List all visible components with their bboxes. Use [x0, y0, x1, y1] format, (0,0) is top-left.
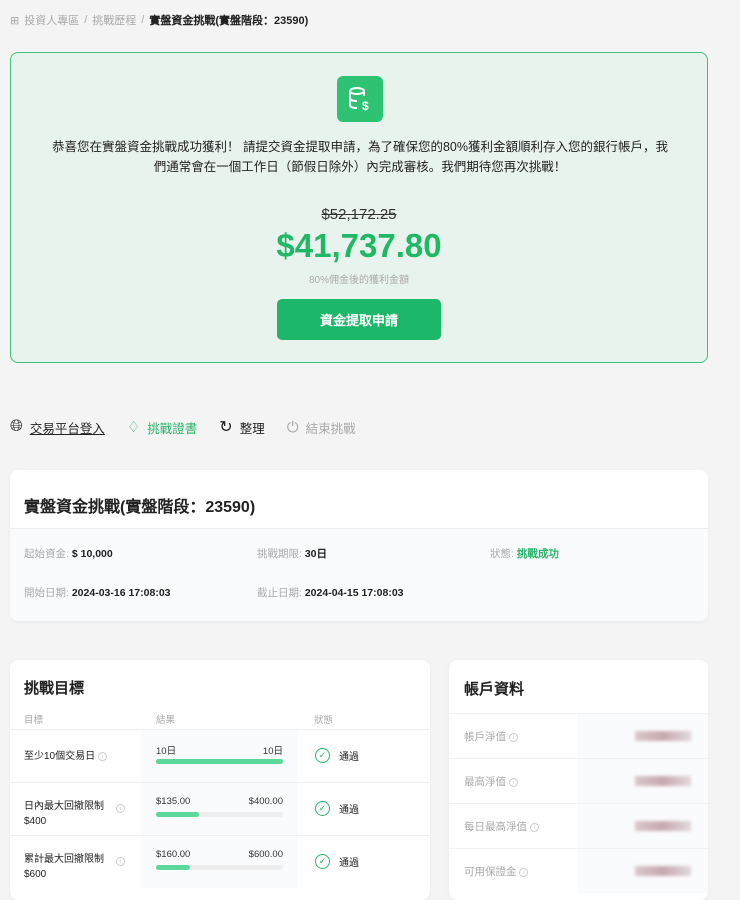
account-info-card: 帳戶資料 帳戶淨值 i 最高淨值 i 每日最高淨值 i 可用保證金 i: [449, 660, 708, 900]
diamond-icon: ♢: [126, 419, 141, 436]
globe-icon: 🌐︎: [10, 418, 23, 435]
goal-label: 日內最大回撤限制 $400: [24, 801, 104, 827]
redacted-value: [635, 731, 691, 741]
account-row-label: 每日最高淨值 i: [464, 819, 539, 834]
refresh-label: 整理: [239, 421, 265, 436]
redacted-value: [635, 776, 691, 786]
info-icon[interactable]: i: [508, 777, 518, 787]
start-date: 開始日期: 2024-03-16 17:08:03: [24, 587, 171, 599]
header-goal: 目標: [24, 715, 44, 726]
account-row-label: 帳戶淨值 i: [464, 729, 518, 744]
account-row-label: 最高淨值 i: [464, 774, 518, 789]
end-challenge-button[interactable]: ⏻ 結束挑戰: [287, 418, 356, 437]
start-capital: 起始資金: $ 10,000: [24, 548, 113, 560]
end-date: 截止日期: 2024-04-15 17:08:03: [257, 587, 404, 599]
success-banner: $ 恭喜您在實盤資金挑戰成功獲利！ 請提交資金提取申請，為了確保您的80%獲利金…: [10, 52, 708, 363]
account-row: 可用保證金 i: [449, 848, 708, 893]
redacted-value: [635, 866, 691, 876]
progress-bar: [156, 865, 283, 870]
success-message: 恭喜您在實盤資金挑戰成功獲利！ 請提交資金提取申請，為了確保您的80%獲利金額順…: [52, 140, 668, 174]
check-circle-icon: ✓: [315, 801, 330, 816]
result-max: $600.00: [248, 849, 283, 860]
goal-row: 日內最大回撤限制 $400 i $135.00 $400.00 ✓ 通過: [10, 782, 430, 835]
challenge-info-card: 實盤資金挑戰(實盤階段：23590) 起始資金: $ 10,000 挑戰期限: …: [10, 470, 708, 621]
result-max: 10日: [262, 746, 283, 757]
account-row: 最高淨值 i: [449, 758, 708, 803]
status-pass: ✓ 通過: [315, 801, 359, 816]
profit-amount: $41,737.80: [276, 227, 442, 264]
status-pass: ✓ 通過: [315, 748, 359, 763]
certificate-label: 挑戰證書: [147, 421, 198, 436]
platform-login-link[interactable]: 🌐︎ 交易平台登入: [10, 418, 105, 437]
withdraw-request-button[interactable]: 資金提取申請: [277, 299, 441, 340]
coin-dollar-icon: $: [337, 76, 383, 122]
info-icon[interactable]: i: [97, 751, 107, 761]
power-icon: ⏻: [286, 418, 299, 436]
header-status: 狀態: [314, 715, 334, 726]
refresh-icon: ↻: [219, 419, 233, 436]
goal-label: 累計最大回撤限制 $600: [24, 854, 104, 880]
original-amount: $52,172.25: [321, 206, 397, 223]
check-circle-icon: ✓: [315, 748, 330, 763]
challenge-title: 實盤資金挑戰(實盤階段：23590): [10, 470, 708, 529]
info-icon[interactable]: i: [519, 867, 529, 877]
svg-text:$: $: [362, 99, 369, 113]
goal-row: 至少10個交易日 i 10日 10日 ✓ 通過: [10, 729, 430, 782]
result-current: 10日: [156, 746, 177, 757]
account-title: 帳戶資料: [464, 681, 525, 698]
end-challenge-label: 結束挑戰: [305, 421, 356, 436]
goals-title: 挑戰目標: [24, 680, 85, 697]
account-row-label: 可用保證金 i: [464, 864, 529, 879]
progress-bar: [156, 812, 283, 817]
info-icon[interactable]: i: [116, 857, 125, 866]
result-current: $135.00: [156, 796, 191, 807]
result-current: $160.00: [156, 849, 191, 860]
info-icon[interactable]: i: [529, 822, 539, 832]
breadcrumb: ⊞ 投資人專區 / 挑戰歷程 / 實盤資金挑戰(實盤階段：23590): [10, 12, 309, 28]
breadcrumb-history[interactable]: 挑戰歷程: [92, 12, 136, 28]
goal-row: 累計最大回撤限制 $600 i $160.00 $600.00 ✓ 通過: [10, 835, 430, 888]
breadcrumb-investor[interactable]: 投資人專區: [24, 12, 79, 28]
breadcrumb-home-icon: ⊞: [10, 14, 20, 27]
breadcrumb-current: 實盤資金挑戰(實盤階段：23590): [149, 15, 309, 27]
check-circle-icon: ✓: [315, 854, 330, 869]
info-icon[interactable]: i: [508, 732, 518, 742]
status-pass: ✓ 通過: [315, 854, 359, 869]
challenge-status: 狀態: 挑戰成功: [490, 548, 559, 560]
challenge-goals-card: 挑戰目標 目標 結果 狀態 至少10個交易日 i 10日 10日 ✓ 通過 日內最…: [10, 660, 430, 900]
challenge-period: 挑戰期限: 30日: [257, 548, 328, 560]
platform-login-label: 交易平台登入: [29, 421, 105, 436]
header-result: 結果: [156, 715, 176, 726]
profit-amount-label: 80%佣金後的獲利金額: [308, 275, 409, 286]
refresh-button[interactable]: ↻ 整理: [219, 417, 264, 437]
action-bar: 🌐︎ 交易平台登入 ♢ 挑戰證書 ↻ 整理 ⏻ 結束挑戰: [10, 417, 356, 437]
certificate-link[interactable]: ♢ 挑戰證書: [127, 418, 197, 437]
result-max: $400.00: [248, 796, 283, 807]
redacted-value: [635, 821, 691, 831]
info-icon[interactable]: i: [116, 804, 125, 813]
goal-label: 至少10個交易日 i: [24, 749, 164, 764]
account-row: 帳戶淨值 i: [449, 713, 708, 758]
account-row: 每日最高淨值 i: [449, 803, 708, 848]
progress-bar: [156, 759, 283, 764]
